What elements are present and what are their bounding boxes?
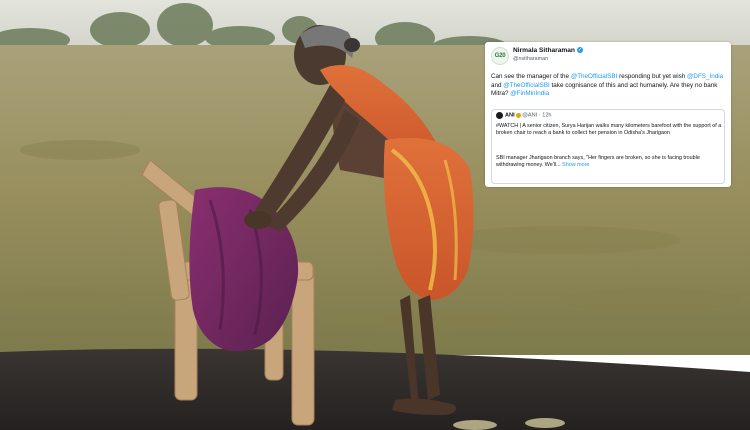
quote-text-second-body: SBI manager Jharigaon branch says, "Her … (496, 155, 700, 169)
text-segment: Can see the manager of the (491, 73, 571, 80)
author-name-row[interactable]: Nirmala Sitharaman ✓ (513, 47, 583, 54)
avatar-logo-text: G20 (494, 53, 506, 59)
quote-verified-badge-icon (515, 113, 521, 118)
quote-author-handle[interactable]: @ANI (522, 113, 537, 119)
author-handle[interactable]: @nsitharaman (513, 56, 548, 62)
quote-time: 12h (542, 112, 552, 119)
text-segment: responding but yet wish (617, 73, 688, 80)
mention-link[interactable]: @TheOfficialSBI (503, 82, 550, 89)
quoted-tweet[interactable]: ANI @ANI · 12h #WATCH | A senior citizen… (491, 109, 725, 184)
mention-link[interactable]: @FinMinIndia (510, 90, 549, 97)
verified-badge-icon: ✓ (576, 47, 583, 54)
text-segment: and (491, 81, 504, 89)
quote-author-name[interactable]: ANI (505, 113, 515, 119)
quote-avatar[interactable] (496, 112, 503, 119)
mention-link[interactable]: @DFS_India (687, 73, 723, 80)
tweet-header: G20 Nirmala Sitharaman ✓ @nsitharaman (491, 47, 727, 67)
show-more-link[interactable]: Show more (562, 162, 589, 168)
author-name[interactable]: Nirmala Sitharaman (513, 47, 575, 54)
quote-text: #WATCH | A senior citizen, Surya Harijan… (496, 123, 722, 137)
quote-text-second: SBI manager Jharigaon branch says, "Her … (496, 155, 722, 170)
tweet-card[interactable]: G20 Nirmala Sitharaman ✓ @nsitharaman Can… (485, 42, 731, 187)
tweet-text: Can see the manager of the @TheOfficialS… (491, 73, 727, 99)
mention-link[interactable]: @TheOfficialSBI (571, 73, 618, 80)
avatar[interactable]: G20 (491, 47, 509, 65)
road (0, 348, 750, 430)
quote-header: ANI @ANI · 12h (496, 112, 552, 121)
